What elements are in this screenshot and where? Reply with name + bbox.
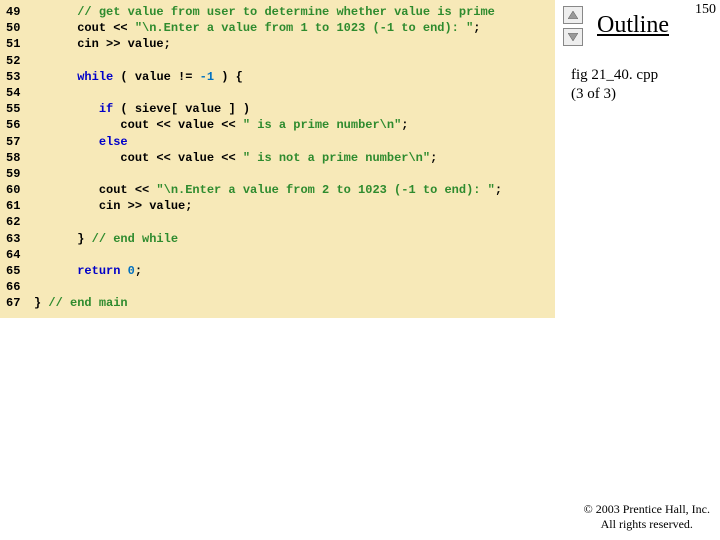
line-number: 52	[6, 53, 34, 69]
code-line: 53 while ( value != -1 ) {	[6, 69, 549, 85]
code-line: 50 cout << "\n.Enter a value from 1 to 1…	[6, 20, 549, 36]
code-content: cout << value << " is not a prime number…	[34, 150, 437, 166]
line-number: 55	[6, 101, 34, 117]
code-line: 59	[6, 166, 549, 182]
code-line: 67} // end main	[6, 295, 549, 311]
line-number: 66	[6, 279, 34, 295]
code-content: while ( value != -1 ) {	[34, 69, 243, 85]
code-line: 65 return 0;	[6, 263, 549, 279]
triangle-up-icon	[568, 11, 578, 19]
code-line: 49 // get value from user to determine w…	[6, 4, 549, 20]
code-content: if ( sieve[ value ] )	[34, 101, 250, 117]
line-number: 49	[6, 4, 34, 20]
line-number: 61	[6, 198, 34, 214]
code-content: return 0;	[34, 263, 142, 279]
figure-part: (3 of 3)	[571, 85, 658, 104]
code-content: cout << "\n.Enter a value from 1 to 1023…	[34, 20, 481, 36]
nav-down-button[interactable]	[563, 28, 583, 46]
code-line: 52	[6, 53, 549, 69]
code-content: } // end while	[34, 231, 178, 247]
line-number: 67	[6, 295, 34, 311]
code-line: 66	[6, 279, 549, 295]
line-number: 51	[6, 36, 34, 52]
code-line: 64	[6, 247, 549, 263]
code-content: // get value from user to determine whet…	[34, 4, 495, 20]
line-number: 59	[6, 166, 34, 182]
code-line: 55 if ( sieve[ value ] )	[6, 101, 549, 117]
code-line: 62	[6, 214, 549, 230]
page-number: 150	[695, 2, 716, 18]
code-content: } // end main	[34, 295, 128, 311]
code-line: 58 cout << value << " is not a prime num…	[6, 150, 549, 166]
nav-up-button[interactable]	[563, 6, 583, 24]
side-panel: Outline 150 fig 21_40. cpp (3 of 3) © 20…	[555, 0, 720, 540]
footer: © 2003 Prentice Hall, Inc. All rights re…	[584, 502, 710, 532]
code-line: 51 cin >> value;	[6, 36, 549, 52]
line-number: 64	[6, 247, 34, 263]
line-number: 58	[6, 150, 34, 166]
code-content: cout << value << " is a prime number\n";	[34, 117, 408, 133]
code-line: 54	[6, 85, 549, 101]
line-number: 53	[6, 69, 34, 85]
copyright-line-1: © 2003 Prentice Hall, Inc.	[584, 502, 710, 517]
figure-label: fig 21_40. cpp (3 of 3)	[571, 66, 658, 104]
line-number: 50	[6, 20, 34, 36]
triangle-down-icon	[568, 33, 578, 41]
code-line: 61 cin >> value;	[6, 198, 549, 214]
line-number: 65	[6, 263, 34, 279]
outline-title: Outline	[597, 12, 669, 39]
line-number: 60	[6, 182, 34, 198]
line-number: 57	[6, 134, 34, 150]
figure-filename: fig 21_40. cpp	[571, 66, 658, 85]
copyright-line-2: All rights reserved.	[584, 517, 710, 532]
line-number: 62	[6, 214, 34, 230]
code-content: cout << "\n.Enter a value from 2 to 1023…	[34, 182, 502, 198]
code-content: cin >> value;	[34, 198, 192, 214]
code-panel: 49 // get value from user to determine w…	[0, 0, 555, 318]
nav-buttons	[563, 6, 583, 46]
line-number: 63	[6, 231, 34, 247]
line-number: 56	[6, 117, 34, 133]
code-content: cin >> value;	[34, 36, 171, 52]
code-line: 60 cout << "\n.Enter a value from 2 to 1…	[6, 182, 549, 198]
line-number: 54	[6, 85, 34, 101]
code-line: 63 } // end while	[6, 231, 549, 247]
code-content: else	[34, 134, 128, 150]
code-line: 56 cout << value << " is a prime number\…	[6, 117, 549, 133]
code-line: 57 else	[6, 134, 549, 150]
